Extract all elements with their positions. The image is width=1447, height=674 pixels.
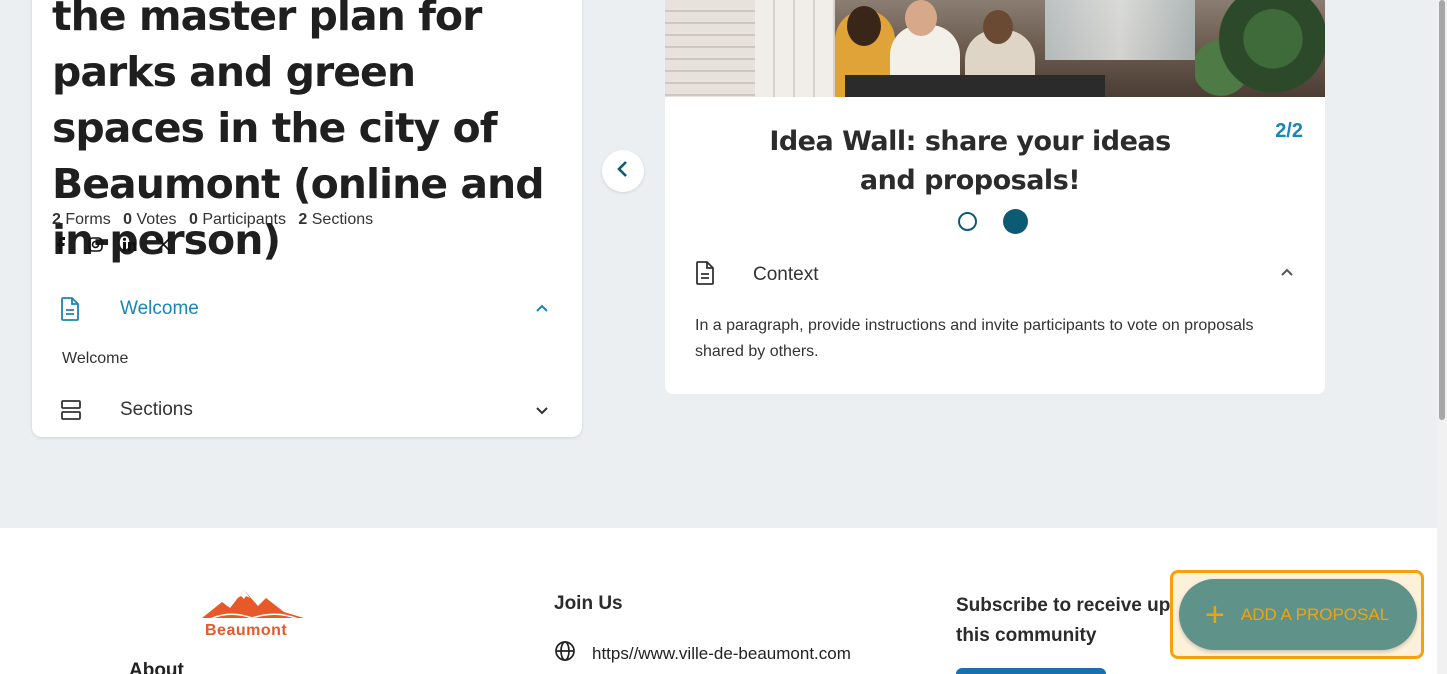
chevron-left-icon <box>616 160 630 183</box>
sections-icon <box>60 398 90 422</box>
document-icon <box>60 297 90 321</box>
forms-label: Forms <box>65 211 111 228</box>
chevron-down-icon <box>534 402 550 418</box>
instagram-icon[interactable] <box>86 237 104 255</box>
event-stats: 2 Forms 0 Votes 0 Participants 2 Section… <box>52 211 373 229</box>
chevron-up-icon <box>1279 265 1295 286</box>
accordion-welcome-header[interactable]: Welcome <box>60 294 550 324</box>
accordion-welcome-label: Welcome <box>120 298 199 319</box>
carousel-pager: 2/2 <box>1275 120 1303 142</box>
footer-subscribe-heading: Subscribe to receive up this community <box>956 595 1171 646</box>
accordion-sections-header[interactable]: Sections <box>60 395 550 425</box>
carousel-dot-2[interactable] <box>1003 209 1028 234</box>
document-icon <box>695 260 715 290</box>
add-proposal-label: ADD A PROPOSAL <box>1240 604 1390 624</box>
website-url: https//www.ville-de-beaumont.com <box>592 643 851 663</box>
carousel-prev-button[interactable] <box>602 150 644 192</box>
carousel-dot-1[interactable] <box>958 212 977 231</box>
scrollbar-thumb[interactable] <box>1439 0 1445 420</box>
carousel-card: Idea Wall: share your ideas and proposal… <box>665 0 1325 394</box>
footer-about-heading: About <box>129 660 184 674</box>
logo-text: Beaumont <box>205 622 288 639</box>
event-info-card: the master plan for parks and green spac… <box>32 0 582 437</box>
participants-label: Participants <box>202 211 286 228</box>
accordion-context-label: Context <box>753 264 819 285</box>
globe-icon <box>554 640 576 667</box>
x-icon[interactable] <box>154 237 172 255</box>
plus-icon: + <box>1205 595 1225 634</box>
forms-count: 2 <box>52 211 61 228</box>
accordion-welcome-body: Welcome <box>62 350 129 367</box>
participants-count: 0 <box>188 211 198 228</box>
carousel-dots <box>958 209 1028 234</box>
accordion-sections-label: Sections <box>120 399 193 420</box>
activity-photo <box>665 0 1325 97</box>
subscribe-button[interactable] <box>956 668 1106 674</box>
footer-join-heading: Join Us <box>554 593 623 614</box>
linkedin-icon[interactable] <box>120 237 138 255</box>
sections-count: 2 <box>298 211 308 228</box>
votes-label: Votes <box>136 211 177 228</box>
sections-label: Sections <box>311 211 374 228</box>
facebook-icon[interactable] <box>52 237 70 255</box>
accordion-context-body: In a paragraph, provide instructions and… <box>695 317 1254 360</box>
chevron-up-icon <box>534 301 550 317</box>
add-proposal-button[interactable]: + ADD A PROPOSAL <box>1179 579 1417 650</box>
votes-count: 0 <box>123 211 133 228</box>
activity-title: Idea Wall: share your ideas and proposal… <box>769 126 1171 196</box>
accordion-context-header[interactable]: Context <box>695 260 1295 290</box>
footer-website-link[interactable]: https//www.ville-de-beaumont.com <box>554 640 851 667</box>
social-links <box>52 237 172 255</box>
